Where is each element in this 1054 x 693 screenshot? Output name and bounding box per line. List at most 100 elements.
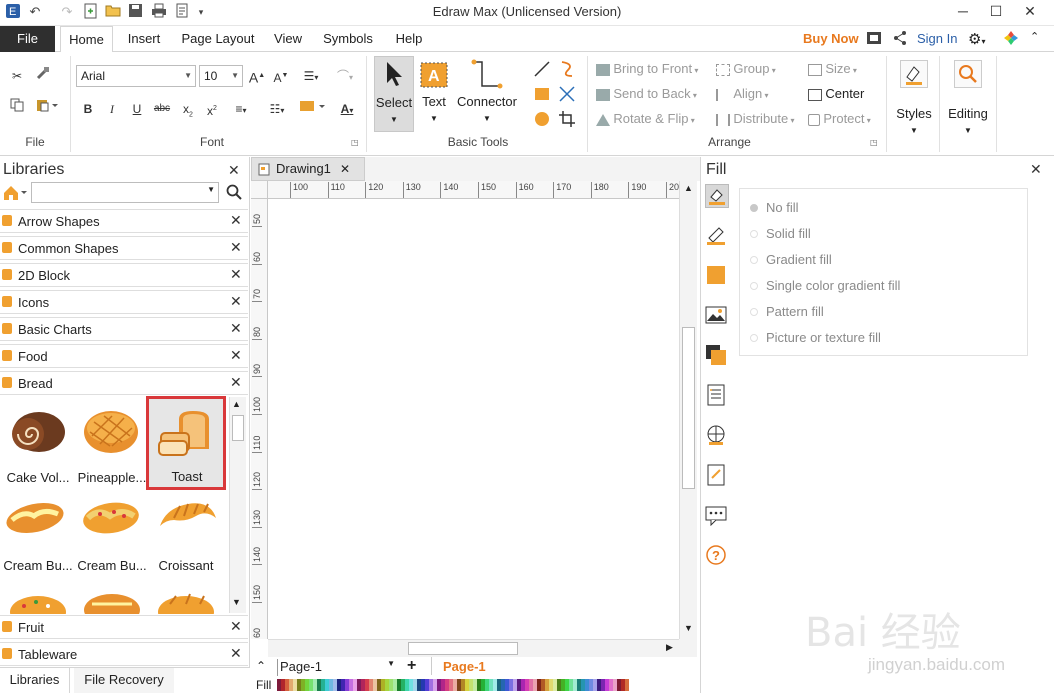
cut-icon[interactable]: ✂ [7, 66, 27, 86]
scroll-thumb[interactable] [682, 327, 695, 489]
add-page-icon[interactable]: + [407, 657, 416, 675]
shape-cream-bun-2[interactable]: Cream Bu... [74, 486, 150, 576]
settings-gear-icon[interactable]: ⚙▾ [968, 30, 985, 48]
tab-file-recovery[interactable]: File Recovery [74, 668, 174, 693]
copy-icon[interactable] [7, 98, 27, 118]
minimize-button[interactable]: ─ [947, 0, 979, 24]
scroll-thumb[interactable] [232, 415, 244, 441]
group-button[interactable]: Group ▾ [716, 61, 776, 76]
close-icon[interactable]: ✕ [230, 266, 242, 283]
tab-view[interactable]: View [268, 26, 308, 52]
distribute-button[interactable]: Distribute ▾ [716, 111, 795, 126]
print-icon[interactable] [150, 3, 168, 21]
close-button[interactable]: ✕ [1014, 0, 1046, 24]
grow-font-icon[interactable]: A▲ [247, 66, 267, 86]
comments-icon[interactable] [705, 504, 729, 528]
shape-cake-volume[interactable]: Cake Vol... [0, 398, 76, 488]
buy-now-link[interactable]: Buy Now [803, 31, 859, 46]
font-color-icon[interactable]: A▾ [333, 99, 361, 119]
bullets-icon[interactable]: ☷▾ [262, 99, 292, 119]
color-palette[interactable] [277, 679, 631, 691]
scroll-right-icon[interactable]: ▶ [666, 642, 673, 653]
library-category-food[interactable]: Food ✕ [0, 344, 248, 368]
highlight-color-icon[interactable] [298, 99, 328, 119]
arc-tool-icon[interactable] [558, 60, 576, 81]
cart-icon[interactable] [866, 30, 882, 49]
quick-access-dropdown-icon[interactable]: ▾ [192, 3, 210, 21]
chevron-up-icon[interactable]: ⌃ [256, 659, 266, 673]
libraries-close-icon[interactable]: ✕ [228, 162, 240, 179]
sign-in-link[interactable]: Sign In [917, 31, 957, 46]
text-direction-icon[interactable]: ⌒▾ [330, 66, 360, 86]
scroll-up-icon[interactable]: ▲ [232, 399, 241, 409]
library-scrollbar[interactable]: ▲ ▼ [229, 397, 246, 613]
styles-button[interactable]: Styles ▼ [892, 58, 936, 148]
tab-insert[interactable]: Insert [118, 26, 170, 52]
export-icon[interactable] [174, 3, 192, 21]
new-file-icon[interactable] [82, 3, 100, 21]
document-tab-drawing1[interactable]: Drawing1 ✕ [251, 157, 365, 181]
canvas-horizontal-scrollbar[interactable]: ▶ [268, 639, 679, 657]
superscript-icon[interactable]: x2 [202, 99, 222, 119]
library-category-tableware[interactable]: Tableware ✕ [0, 642, 248, 666]
share-icon[interactable] [892, 30, 908, 49]
tab-page-layout[interactable]: Page Layout [176, 26, 260, 52]
line-spacing-icon[interactable]: ☰▾ [297, 66, 325, 86]
close-tab-icon[interactable]: ✕ [340, 158, 350, 180]
tab-help[interactable]: Help [388, 26, 430, 52]
crop-tool-icon[interactable] [558, 110, 576, 131]
font-family-select[interactable]: Arial ▼ [76, 65, 196, 87]
scroll-thumb[interactable] [408, 642, 518, 655]
page-select[interactable]: Page-1 ▼ [277, 659, 395, 676]
library-category-common-shapes[interactable]: Common Shapes ✕ [0, 236, 248, 260]
rotate-flip-button[interactable]: Rotate & Flip ▾ [596, 111, 695, 126]
maximize-button[interactable]: ☐ [980, 0, 1012, 24]
notes-icon[interactable] [705, 464, 729, 488]
align-button[interactable]: Align ▾ [716, 86, 769, 101]
bread-shape-partial[interactable] [156, 586, 218, 614]
arrange-dialog-launcher-icon[interactable]: ◳ [870, 138, 878, 147]
shape-toast[interactable]: Toast [146, 396, 226, 490]
center-button[interactable]: Center [808, 86, 864, 101]
apps-icon[interactable] [1003, 30, 1019, 49]
paragraph-spacing-icon[interactable]: ≡▾ [226, 99, 256, 119]
radio-button[interactable] [750, 308, 758, 316]
image-icon[interactable] [705, 304, 729, 328]
search-icon[interactable] [226, 184, 242, 203]
subscript-icon[interactable]: x2 [178, 99, 198, 119]
drawing-canvas[interactable] [268, 199, 678, 639]
scroll-down-icon[interactable]: ▼ [232, 597, 241, 607]
undo-icon[interactable]: ↶ [26, 3, 44, 21]
tab-symbols[interactable]: Symbols [316, 26, 380, 52]
library-category-icons[interactable]: Icons ✕ [0, 290, 248, 314]
library-category-fruit[interactable]: Fruit ✕ [0, 615, 248, 639]
canvas-vertical-scrollbar[interactable]: ▲ ▼ [679, 181, 697, 639]
library-category-basic-charts[interactable]: Basic Charts ✕ [0, 317, 248, 341]
select-tool-button[interactable]: Select ▼ [374, 56, 414, 132]
shrink-font-icon[interactable]: A▼ [271, 66, 291, 86]
scroll-down-icon[interactable]: ▼ [684, 623, 693, 633]
layers-icon[interactable] [705, 344, 729, 368]
close-icon[interactable]: ✕ [230, 645, 242, 662]
radio-button[interactable] [750, 256, 758, 264]
text-tool-button[interactable]: A Text ▼ [418, 56, 450, 132]
radio-button[interactable] [750, 204, 758, 212]
close-icon[interactable]: ✕ [230, 347, 242, 364]
font-dialog-launcher-icon[interactable]: ◳ [351, 138, 359, 147]
size-button[interactable]: Size ▾ [808, 61, 857, 76]
library-search-input[interactable]: ▼ [31, 182, 219, 203]
shadow-icon[interactable] [705, 264, 729, 288]
bring-to-front-button[interactable]: Bring to Front ▾ [596, 61, 698, 76]
tab-home[interactable]: Home [60, 26, 113, 53]
collapse-ribbon-icon[interactable]: ⌃ [1030, 30, 1039, 43]
ellipse-tool-icon[interactable] [533, 110, 551, 131]
shape-cream-bun-1[interactable]: Cream Bu... [0, 486, 76, 576]
format-painter-icon[interactable] [33, 66, 53, 86]
tab-libraries[interactable]: Libraries [0, 668, 70, 693]
radio-button[interactable] [750, 334, 758, 342]
close-icon[interactable]: ✕ [230, 212, 242, 229]
italic-icon[interactable]: I [102, 99, 122, 119]
globe-icon[interactable] [705, 424, 729, 448]
bread-shape-partial[interactable] [8, 588, 68, 614]
scroll-up-icon[interactable]: ▲ [684, 183, 693, 193]
